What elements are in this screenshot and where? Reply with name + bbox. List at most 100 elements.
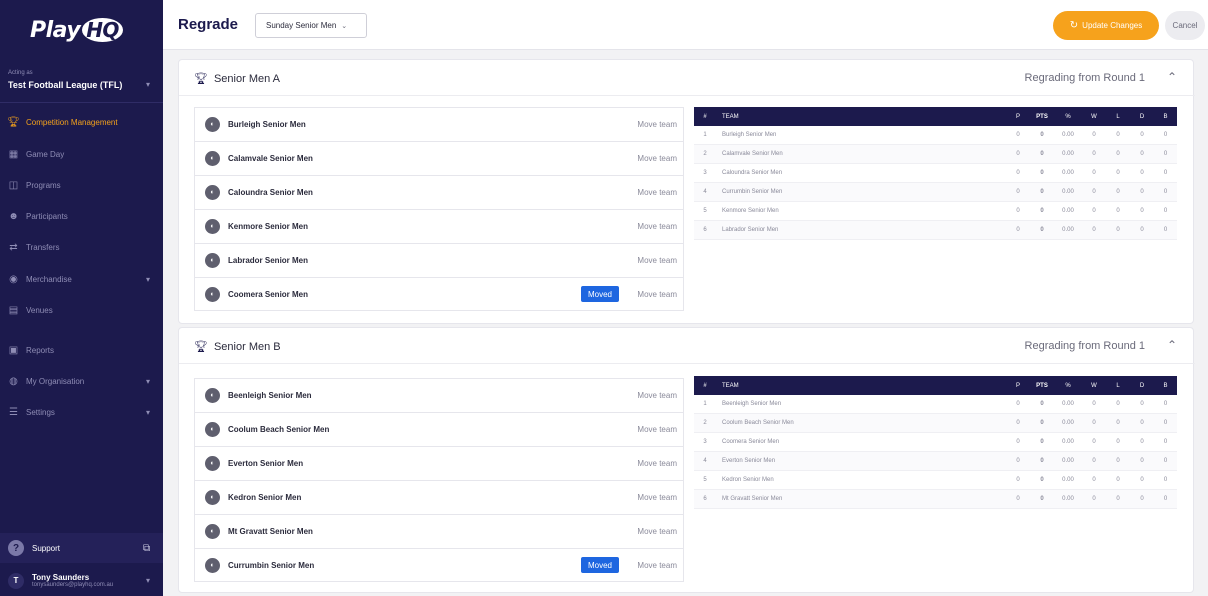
table-row: 6 Labrador Senior Men 0 0 0.00 0 0 0 0	[694, 221, 1177, 240]
chevron-up-icon[interactable]: ⌃	[1167, 338, 1177, 352]
move-team-link[interactable]: Move team	[637, 459, 677, 468]
grade-dropdown[interactable]: Sunday Senior Men ⌄	[255, 13, 367, 38]
settings-icon: ☰	[9, 406, 18, 418]
sidebar-item-competition-management[interactable]: 🏆︎ Competition Management	[0, 110, 163, 134]
grade-section-b: 🏆︎ Senior Men B Regrading from Round 1 ⌃…	[178, 327, 1195, 593]
team-list: ◐ Beenleigh Senior Men Move team ◐ Coolum B…	[194, 378, 684, 582]
table-row: 2 Calamvale Senior Men 0 0 0.00 0 0 0 0	[694, 145, 1177, 164]
chevron-down-icon: ▾	[146, 407, 151, 417]
update-changes-button[interactable]: ↻ Update Changes	[1053, 11, 1159, 40]
ladder-cell: 0	[1040, 227, 1044, 233]
avatar: T	[8, 572, 24, 589]
sidebar-item-merchandise[interactable]: ◉ Merchandise ▾	[0, 267, 163, 291]
chevron-down-icon[interactable]: ▾	[146, 80, 150, 89]
user-email: tonysaunders@playhq.com.au	[32, 582, 114, 588]
ladder-team-name: Coolum Beach Senior Men	[722, 420, 794, 426]
sidebar-item-game-day[interactable]: ▦ Game Day	[0, 142, 163, 166]
user-menu[interactable]: T Tony Saunders tonysaunders@playhq.com.…	[0, 565, 163, 596]
ladder-team-name: Burleigh Senior Men	[722, 132, 777, 138]
ladder-cell: 0.00	[1062, 189, 1074, 195]
ladder-cell: 4	[703, 458, 707, 464]
ladder-cell: 0	[1163, 401, 1168, 407]
ladder-cell: 0.00	[1062, 208, 1074, 214]
cancel-button[interactable]: Cancel	[1165, 11, 1205, 40]
move-team-link[interactable]: Move team	[637, 290, 677, 299]
section-header: 🏆︎ Senior Men A Regrading from Round 1 ⌃	[179, 60, 1195, 96]
ladder-cell: 0	[1140, 170, 1144, 176]
ladder-header-row: # TEAM P PTS% W L D B	[694, 376, 1177, 395]
list-item: ◐ Burleigh Senior Men Move team	[194, 107, 684, 141]
move-team-link[interactable]: Move team	[637, 425, 677, 434]
ladder-cell: 1	[703, 132, 707, 138]
list-item: ◐ Everton Senior Men Move team	[194, 446, 684, 480]
ladder-cell: 0	[1040, 477, 1044, 483]
ladder-cell: 0	[1116, 151, 1120, 157]
ladder-cell: 0	[1116, 189, 1120, 195]
ladder-cell: 0.00	[1062, 227, 1074, 233]
table-row: 1 Beenleigh Senior Men 0 0 0.00 0 0 0 0	[694, 395, 1177, 414]
move-team-link[interactable]: Move team	[637, 256, 677, 265]
sidebar-item-transfers[interactable]: ⇄ Transfers	[0, 235, 163, 259]
section-header: 🏆︎ Senior Men B Regrading from Round 1 ⌃	[179, 328, 1195, 364]
ladder-cell: 0	[1016, 151, 1020, 157]
user-name: Tony Saunders	[32, 573, 90, 582]
move-team-link[interactable]: Move team	[637, 120, 677, 129]
team-logo: ◐	[205, 422, 220, 437]
ladder-cell: 0.00	[1062, 401, 1074, 407]
support-link[interactable]: ? Support ⧉	[0, 533, 163, 563]
table-row: 3 Coomera Senior Men 0 0 0.00 0 0 0 0	[694, 433, 1177, 452]
ladder-cell: 0	[1163, 151, 1168, 157]
ladder-cell: 2	[703, 151, 707, 157]
list-item: ◐ Caloundra Senior Men Move team	[194, 175, 684, 209]
team-logo: ◐	[205, 253, 220, 268]
move-team-link[interactable]: Move team	[637, 527, 677, 536]
ladder-cell: 0	[1163, 227, 1168, 233]
ladder-cell: 6	[703, 496, 707, 502]
external-link-icon: ⧉	[143, 542, 151, 554]
ladder-cell: 0.00	[1062, 151, 1074, 157]
table-row: 4 Currumbin Senior Men 0 0 0.00 0 0 0 0	[694, 183, 1177, 202]
ladder-cell: 0.00	[1062, 439, 1074, 445]
team-logo: ◐	[205, 490, 220, 505]
ladder-cell: 0	[1140, 132, 1144, 138]
playhq-logo[interactable]: Play HQ	[30, 18, 123, 43]
ladder-cell: 0	[1163, 132, 1168, 138]
ladder-cell: 5	[703, 477, 707, 483]
organisation-switcher[interactable]: Test Football League (TFL)	[8, 80, 122, 90]
ladder-cell: 0	[1116, 458, 1120, 464]
moved-badge: Moved	[580, 286, 619, 302]
move-team-link[interactable]: Move team	[637, 154, 677, 163]
ladder-cell: 0.00	[1062, 170, 1074, 176]
sidebar-item-reports[interactable]: ▣ Reports	[0, 338, 163, 362]
sidebar-item-programs[interactable]: ◫ Programs	[0, 173, 163, 197]
sidebar-item-settings[interactable]: ☰ Settings ▾	[0, 400, 163, 424]
team-logo: ◐	[205, 151, 220, 166]
ladder-cell: 0	[1116, 227, 1120, 233]
ladder-column-header: #	[703, 382, 707, 389]
list-item: ◐ Labrador Senior Men Move team	[194, 243, 684, 277]
move-team-link[interactable]: Move team	[637, 188, 677, 197]
ladder-cell: 3	[703, 170, 707, 176]
ladder-column-header: PTS	[1036, 113, 1048, 120]
ladder-cell: 0	[1092, 170, 1096, 176]
chevron-up-icon[interactable]: ⌃	[1167, 70, 1177, 84]
table-row: 2 Coolum Beach Senior Men 0 0 0.00 0 0 0 0	[694, 414, 1177, 433]
ladder-cell: 0	[1092, 477, 1096, 483]
move-team-link[interactable]: Move team	[637, 493, 677, 502]
ladder-cell: 0	[1016, 477, 1020, 483]
move-team-link[interactable]: Move team	[637, 391, 677, 400]
ladder-cell: 0	[1163, 208, 1168, 214]
venues-icon: ▤	[8, 304, 19, 316]
sidebar-item-participants[interactable]: ☻ Participants	[0, 204, 163, 228]
table-row: 4 Everton Senior Men 0 0 0.00 0 0 0 0	[694, 452, 1177, 471]
team-logo: ◐	[205, 524, 220, 539]
ladder-cell: 0	[1140, 151, 1144, 157]
ladder-cell: 0	[1092, 439, 1096, 445]
ladder-cell: 0	[1040, 189, 1044, 195]
ladder-cell: 0	[1016, 227, 1020, 233]
ladder-cell: 0	[1140, 227, 1144, 233]
move-team-link[interactable]: Move team	[637, 561, 677, 570]
move-team-link[interactable]: Move team	[637, 222, 677, 231]
sidebar-item-venues[interactable]: ▤ Venues	[0, 298, 163, 322]
sidebar-item-my-organisation[interactable]: ◍ My Organisation ▾	[0, 369, 163, 393]
